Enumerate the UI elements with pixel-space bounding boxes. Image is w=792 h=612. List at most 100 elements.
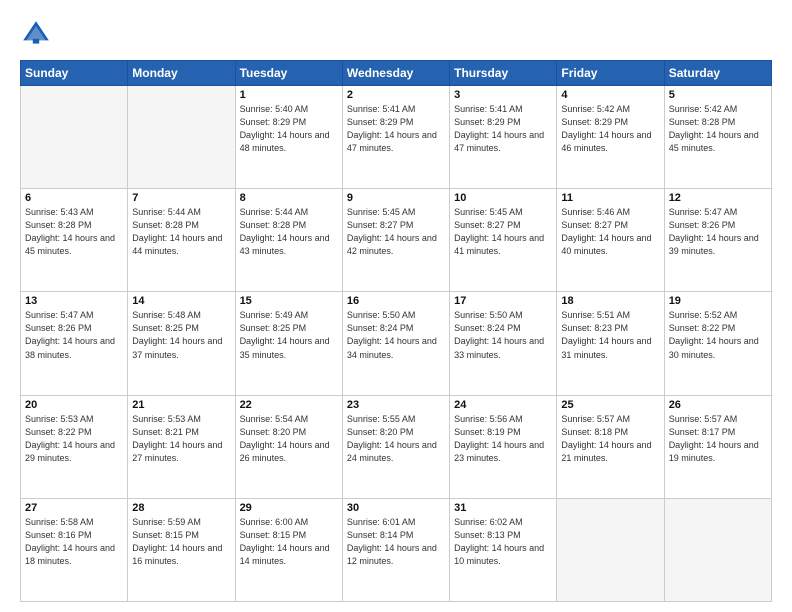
calendar-cell: 16Sunrise: 5:50 AM Sunset: 8:24 PM Dayli…: [342, 292, 449, 395]
calendar-cell: 5Sunrise: 5:42 AM Sunset: 8:28 PM Daylig…: [664, 86, 771, 189]
calendar-cell: 25 Sunrise: 5:57 AM Sunset: 8:18 PM Dayli…: [557, 395, 664, 498]
day-info: Sunrise: 5:44 AM Sunset: 8:28 PM Dayligh…: [132, 206, 230, 258]
day-number: 28: [132, 502, 230, 514]
week-row-2: 6 Sunrise: 5:43 AM Sunset: 8:28 PM Daylig…: [21, 189, 772, 292]
calendar-cell: 29Sunrise: 6:00 AM Sunset: 8:15 PM Dayli…: [235, 498, 342, 601]
calendar-cell: 8 Sunrise: 5:44 AM Sunset: 8:28 PM Daylig…: [235, 189, 342, 292]
calendar-cell: 15 Sunrise: 5:49 AM Sunset: 8:25 PM Dayli…: [235, 292, 342, 395]
calendar-cell: 23 Sunrise: 5:55 AM Sunset: 8:20 PM Dayli…: [342, 395, 449, 498]
day-info: Sunrise: 5:44 AM Sunset: 8:28 PM Dayligh…: [240, 206, 338, 258]
day-info: Sunrise: 5:50 AM Sunset: 8:24 PM Dayligh…: [454, 309, 552, 361]
day-info: Sunrise: 5:51 AM Sunset: 8:23 PM Dayligh…: [561, 309, 659, 361]
week-row-1: 1 Sunrise: 5:40 AM Sunset: 8:29 PM Daylig…: [21, 86, 772, 189]
calendar-cell: 27Sunrise: 5:58 AM Sunset: 8:16 PM Dayli…: [21, 498, 128, 601]
day-number: 24: [454, 399, 552, 411]
day-number: 25: [561, 399, 659, 411]
day-number: 31: [454, 502, 552, 514]
day-number: 9: [347, 192, 445, 204]
weekday-header-tuesday: Tuesday: [235, 61, 342, 86]
header: [20, 18, 772, 50]
calendar-cell: 10 Sunrise: 5:45 AM Sunset: 8:27 PM Dayli…: [450, 189, 557, 292]
day-number: 11: [561, 192, 659, 204]
day-number: 6: [25, 192, 123, 204]
day-number: 5: [669, 89, 767, 101]
weekday-header-saturday: Saturday: [664, 61, 771, 86]
calendar-cell: 18 Sunrise: 5:51 AM Sunset: 8:23 PM Dayli…: [557, 292, 664, 395]
calendar-cell: [664, 498, 771, 601]
day-number: 15: [240, 295, 338, 307]
day-info: Sunrise: 5:53 AM Sunset: 8:22 PM Dayligh…: [25, 413, 123, 465]
week-row-3: 13 Sunrise: 5:47 AM Sunset: 8:26 PM Dayli…: [21, 292, 772, 395]
calendar-cell: 30 Sunrise: 6:01 AM Sunset: 8:14 PM Dayli…: [342, 498, 449, 601]
calendar-cell: [128, 86, 235, 189]
day-info: Sunrise: 5:57 AM Sunset: 8:18 PM Dayligh…: [561, 413, 659, 465]
day-number: 2: [347, 89, 445, 101]
day-number: 29: [240, 502, 338, 514]
day-info: Sunrise: 6:01 AM Sunset: 8:14 PM Dayligh…: [347, 516, 445, 568]
day-info: Sunrise: 5:55 AM Sunset: 8:20 PM Dayligh…: [347, 413, 445, 465]
calendar-cell: 4Sunrise: 5:42 AM Sunset: 8:29 PM Daylig…: [557, 86, 664, 189]
day-info: Sunrise: 5:47 AM Sunset: 8:26 PM Dayligh…: [669, 206, 767, 258]
day-info: Sunrise: 5:41 AM Sunset: 8:29 PM Dayligh…: [454, 103, 552, 155]
weekday-header-row: SundayMondayTuesdayWednesdayThursdayFrid…: [21, 61, 772, 86]
day-info: Sunrise: 6:02 AM Sunset: 8:13 PM Dayligh…: [454, 516, 552, 568]
page: SundayMondayTuesdayWednesdayThursdayFrid…: [0, 0, 792, 612]
calendar-cell: 3 Sunrise: 5:41 AM Sunset: 8:29 PM Daylig…: [450, 86, 557, 189]
calendar-cell: 21 Sunrise: 5:53 AM Sunset: 8:21 PM Dayli…: [128, 395, 235, 498]
day-info: Sunrise: 5:45 AM Sunset: 8:27 PM Dayligh…: [347, 206, 445, 258]
day-info: Sunrise: 5:59 AM Sunset: 8:15 PM Dayligh…: [132, 516, 230, 568]
day-info: Sunrise: 5:46 AM Sunset: 8:27 PM Dayligh…: [561, 206, 659, 258]
calendar-cell: 28 Sunrise: 5:59 AM Sunset: 8:15 PM Dayli…: [128, 498, 235, 601]
calendar-cell: 20 Sunrise: 5:53 AM Sunset: 8:22 PM Dayli…: [21, 395, 128, 498]
calendar-cell: [21, 86, 128, 189]
calendar-cell: 31 Sunrise: 6:02 AM Sunset: 8:13 PM Dayli…: [450, 498, 557, 601]
day-number: 20: [25, 399, 123, 411]
calendar-cell: 2 Sunrise: 5:41 AM Sunset: 8:29 PM Daylig…: [342, 86, 449, 189]
day-number: 14: [132, 295, 230, 307]
day-info: Sunrise: 5:49 AM Sunset: 8:25 PM Dayligh…: [240, 309, 338, 361]
calendar-table: SundayMondayTuesdayWednesdayThursdayFrid…: [20, 60, 772, 602]
weekday-header-friday: Friday: [557, 61, 664, 86]
day-number: 10: [454, 192, 552, 204]
day-info: Sunrise: 5:50 AM Sunset: 8:24 PM Dayligh…: [347, 309, 445, 361]
day-number: 12: [669, 192, 767, 204]
day-number: 3: [454, 89, 552, 101]
day-info: Sunrise: 5:48 AM Sunset: 8:25 PM Dayligh…: [132, 309, 230, 361]
day-info: Sunrise: 5:52 AM Sunset: 8:22 PM Dayligh…: [669, 309, 767, 361]
day-info: Sunrise: 5:56 AM Sunset: 8:19 PM Dayligh…: [454, 413, 552, 465]
weekday-header-monday: Monday: [128, 61, 235, 86]
calendar-cell: 26Sunrise: 5:57 AM Sunset: 8:17 PM Dayli…: [664, 395, 771, 498]
day-number: 23: [347, 399, 445, 411]
calendar-cell: 24 Sunrise: 5:56 AM Sunset: 8:19 PM Dayli…: [450, 395, 557, 498]
day-info: Sunrise: 5:45 AM Sunset: 8:27 PM Dayligh…: [454, 206, 552, 258]
week-row-4: 20 Sunrise: 5:53 AM Sunset: 8:22 PM Dayli…: [21, 395, 772, 498]
day-number: 18: [561, 295, 659, 307]
calendar-cell: 22Sunrise: 5:54 AM Sunset: 8:20 PM Dayli…: [235, 395, 342, 498]
day-info: Sunrise: 5:54 AM Sunset: 8:20 PM Dayligh…: [240, 413, 338, 465]
day-info: Sunrise: 5:41 AM Sunset: 8:29 PM Dayligh…: [347, 103, 445, 155]
day-number: 21: [132, 399, 230, 411]
calendar-cell: 14 Sunrise: 5:48 AM Sunset: 8:25 PM Dayli…: [128, 292, 235, 395]
weekday-header-sunday: Sunday: [21, 61, 128, 86]
day-number: 17: [454, 295, 552, 307]
day-number: 27: [25, 502, 123, 514]
logo: [20, 18, 56, 50]
day-number: 19: [669, 295, 767, 307]
day-info: Sunrise: 5:42 AM Sunset: 8:29 PM Dayligh…: [561, 103, 659, 155]
calendar-cell: 17 Sunrise: 5:50 AM Sunset: 8:24 PM Dayli…: [450, 292, 557, 395]
day-info: Sunrise: 5:43 AM Sunset: 8:28 PM Dayligh…: [25, 206, 123, 258]
day-number: 13: [25, 295, 123, 307]
calendar-cell: 13 Sunrise: 5:47 AM Sunset: 8:26 PM Dayli…: [21, 292, 128, 395]
day-number: 8: [240, 192, 338, 204]
day-info: Sunrise: 5:47 AM Sunset: 8:26 PM Dayligh…: [25, 309, 123, 361]
day-number: 30: [347, 502, 445, 514]
day-info: Sunrise: 5:40 AM Sunset: 8:29 PM Dayligh…: [240, 103, 338, 155]
day-number: 26: [669, 399, 767, 411]
day-info: Sunrise: 5:53 AM Sunset: 8:21 PM Dayligh…: [132, 413, 230, 465]
calendar-cell: 12 Sunrise: 5:47 AM Sunset: 8:26 PM Dayli…: [664, 189, 771, 292]
week-row-5: 27Sunrise: 5:58 AM Sunset: 8:16 PM Dayli…: [21, 498, 772, 601]
calendar-cell: 11 Sunrise: 5:46 AM Sunset: 8:27 PM Dayli…: [557, 189, 664, 292]
day-number: 1: [240, 89, 338, 101]
calendar-cell: [557, 498, 664, 601]
calendar-cell: 19 Sunrise: 5:52 AM Sunset: 8:22 PM Dayli…: [664, 292, 771, 395]
